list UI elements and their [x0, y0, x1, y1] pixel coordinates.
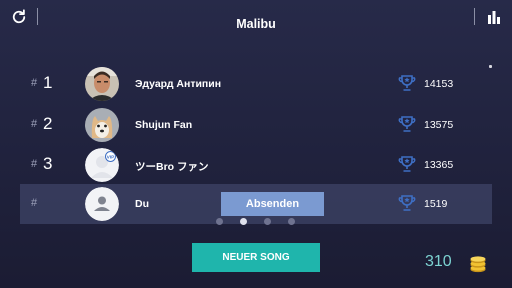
song-title: Malibu — [236, 17, 276, 31]
avatar: VIP — [85, 148, 119, 182]
avatar — [85, 108, 119, 142]
page-dot[interactable] — [216, 218, 223, 225]
svg-text:VIP: VIP — [107, 154, 116, 160]
trophy-icon — [398, 156, 416, 172]
page-dot-active[interactable] — [240, 218, 247, 225]
coin-count: 310 — [425, 253, 452, 270]
score: 1519 — [424, 198, 448, 210]
coin-stack-icon[interactable] — [469, 253, 487, 273]
score: 13365 — [424, 159, 454, 171]
player-name: Shujun Fan — [135, 119, 193, 131]
divider — [474, 8, 475, 25]
top-bar: Malibu — [0, 0, 512, 40]
send-button[interactable]: Absenden — [221, 192, 324, 216]
bar-chart-icon[interactable] — [486, 9, 502, 25]
hash-label: # — [31, 118, 38, 130]
player-name: Du — [135, 198, 149, 210]
trophy-icon — [398, 195, 416, 211]
hash-label: # — [31, 197, 38, 209]
page-indicator — [214, 217, 298, 227]
leaderboard-row[interactable]: # 3 VIP ツーBro ファン 13365 — [20, 145, 492, 185]
page-dot[interactable] — [264, 218, 271, 225]
rank-number: 1 — [43, 73, 53, 92]
player-name: ツーBro ファン — [135, 161, 209, 173]
trophy-icon — [398, 116, 416, 132]
leaderboard-row[interactable]: # 2 Shujun Fan 13575 — [20, 105, 492, 145]
avatar — [85, 187, 119, 221]
hash-label: # — [31, 77, 38, 89]
leaderboard-row[interactable]: # 1 Эдуард Антипин 14153 — [20, 64, 492, 104]
avatar — [85, 67, 119, 101]
score: 14153 — [424, 78, 454, 90]
page-dot[interactable] — [288, 218, 295, 225]
trophy-icon — [398, 75, 416, 91]
rank-number: 2 — [43, 114, 53, 133]
hash-label: # — [31, 158, 38, 170]
score: 13575 — [424, 119, 454, 131]
rank-number: 3 — [43, 154, 53, 173]
player-name: Эдуард Антипин — [135, 78, 222, 90]
new-song-button[interactable]: NEUER SONG — [192, 243, 320, 272]
